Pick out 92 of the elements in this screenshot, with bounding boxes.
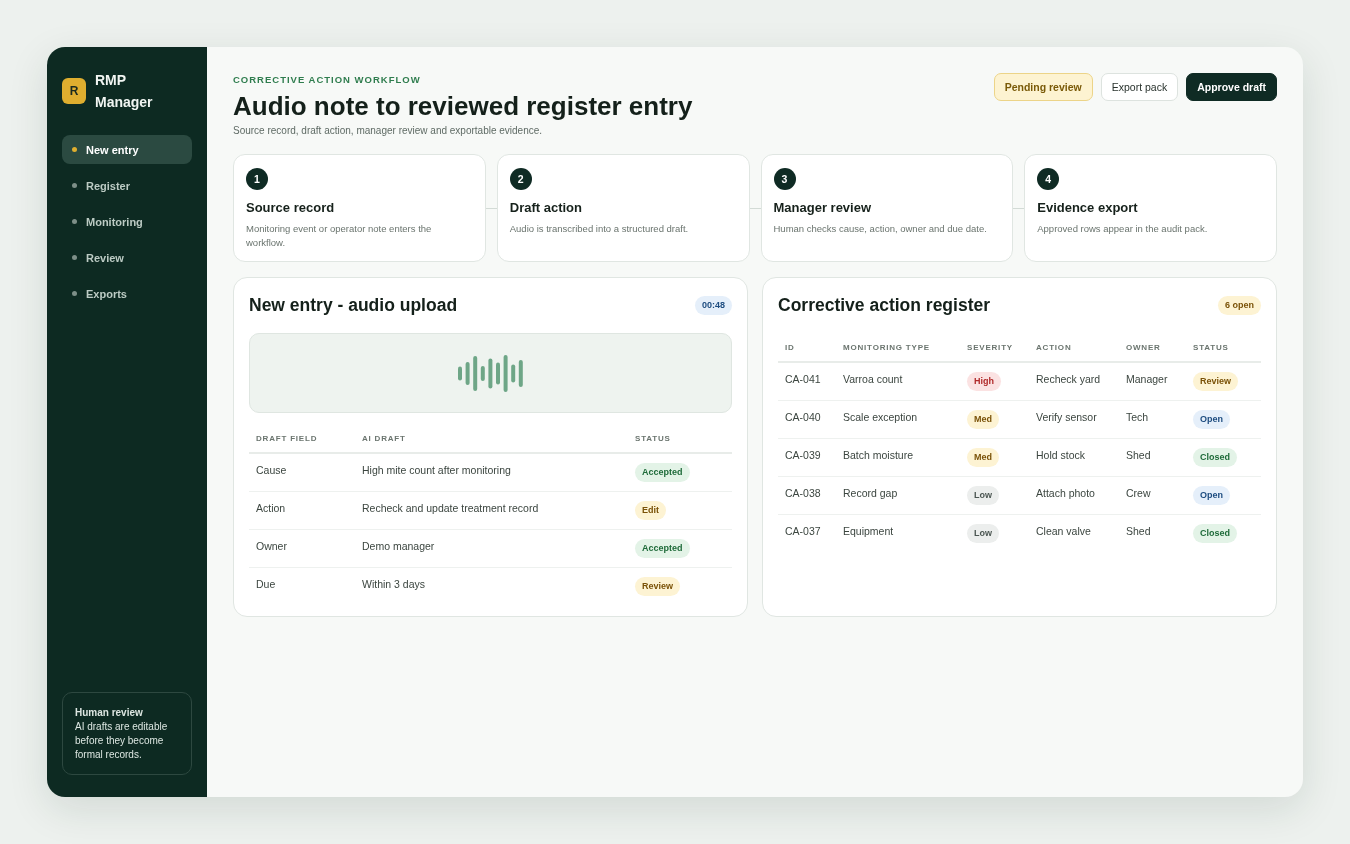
monitoring-type: Equipment xyxy=(843,524,894,537)
status-badge: Closed xyxy=(1193,447,1237,467)
dot-icon xyxy=(72,183,77,188)
step-number: 3 xyxy=(773,168,796,190)
owner-name: Shed xyxy=(1126,524,1151,537)
severity-badge: Low xyxy=(967,485,999,505)
status-badge: Open xyxy=(1193,409,1230,429)
column-header: ID xyxy=(778,336,836,362)
column-header: OWNER xyxy=(1119,336,1186,362)
record-id: CA-037 xyxy=(785,524,821,537)
step-description: Human checks cause, action, owner and due date. xyxy=(773,222,988,236)
app-logo: R xyxy=(62,78,86,104)
step-description: Approved rows appear in the audit pack. xyxy=(1037,222,1209,236)
status-badge: Pending review xyxy=(993,73,1093,101)
dot-icon xyxy=(72,255,77,260)
monitoring-type: Scale exception xyxy=(843,410,918,423)
owner-name: Crew xyxy=(1126,486,1151,499)
page-title: Audio note to reviewed register entry xyxy=(233,91,693,121)
nav-item[interactable]: Review xyxy=(62,243,192,272)
draft-field-name: Cause xyxy=(256,464,287,476)
column-header: AI DRAFT xyxy=(355,427,628,453)
status-badge: Review xyxy=(635,576,681,596)
ai-draft-text: Recheck and update treatment record xyxy=(362,501,539,514)
column-header: MONITORING TYPE xyxy=(836,336,960,362)
monitoring-type: Record gap xyxy=(843,486,898,499)
step-title: Evidence export xyxy=(1037,200,1139,216)
ai-draft-text: High mite count after monitoring xyxy=(362,464,511,476)
action-text: Recheck yard xyxy=(1036,373,1101,385)
record-id: CA-038 xyxy=(785,486,821,499)
action-text: Attach photo xyxy=(1036,486,1095,499)
step-description: Monitoring event or operator note enters the workflow. xyxy=(246,222,433,250)
column-header: STATUS xyxy=(1186,336,1261,362)
dot-icon xyxy=(72,291,77,296)
status-badge: Accepted xyxy=(635,538,690,558)
ai-draft-text: Within 3 days xyxy=(362,577,426,590)
nav-item[interactable]: Register xyxy=(62,171,192,200)
severity-badge: Low xyxy=(967,523,999,543)
step-title: Source record xyxy=(246,200,336,216)
nav-item[interactable]: New entry xyxy=(62,135,192,164)
action-text: Hold stock xyxy=(1036,448,1086,461)
severity-badge: Med xyxy=(967,409,999,429)
panel-title: Corrective action register xyxy=(778,294,991,316)
approve-button[interactable]: Approve draft xyxy=(1186,73,1277,101)
column-header: DRAFT FIELD xyxy=(249,427,355,453)
status-badge: Closed xyxy=(1193,523,1237,543)
record-id: CA-041 xyxy=(785,373,821,385)
action-text: Clean valve xyxy=(1036,524,1091,537)
draft-field-name: Action xyxy=(256,501,286,514)
step-connector xyxy=(749,207,761,209)
step-connector xyxy=(485,207,497,209)
eyebrow-label: CORRECTIVE ACTION WORKFLOW xyxy=(233,74,422,86)
note-text: AI drafts are editable before they become formal records. xyxy=(75,720,169,762)
step-number: 2 xyxy=(509,168,532,190)
nav-item[interactable]: Monitoring xyxy=(62,207,192,236)
action-text: Verify sensor xyxy=(1036,410,1097,423)
dot-icon xyxy=(72,219,77,224)
step-description: Audio is transcribed into a structured draft. xyxy=(509,222,690,236)
step-number: 4 xyxy=(1037,168,1060,190)
step-title: Manager review xyxy=(773,200,873,216)
record-id: CA-039 xyxy=(785,448,821,461)
nav-item[interactable]: Exports xyxy=(62,279,192,308)
step-title: Draft action xyxy=(509,200,583,216)
owner-name: Shed xyxy=(1126,448,1151,461)
panel-title: New entry - audio upload xyxy=(249,294,458,316)
note-title: Human review xyxy=(75,706,144,720)
page-subtitle: Source record, draft action, manager review and exportable evidence. xyxy=(233,124,544,137)
draft-field-name: Due xyxy=(256,577,276,590)
status-badge: Edit xyxy=(635,500,666,520)
export-button[interactable]: Export pack xyxy=(1100,73,1179,101)
count-badge: 6 open xyxy=(1218,295,1261,315)
audio-preview[interactable] xyxy=(249,333,732,413)
monitoring-type: Batch moisture xyxy=(843,448,914,461)
step-connector xyxy=(1013,207,1025,209)
draft-field-name: Owner xyxy=(256,539,287,552)
ai-draft-text: Demo manager xyxy=(362,539,435,552)
column-header: SEVERITY xyxy=(960,336,1029,362)
status-badge: Accepted xyxy=(635,463,690,482)
severity-badge: Med xyxy=(967,447,999,467)
app-name: RMP Manager xyxy=(95,71,154,112)
duration-badge: 00:48 xyxy=(694,295,732,315)
column-header: STATUS xyxy=(628,427,732,453)
monitoring-type: Varroa count xyxy=(843,373,903,385)
status-badge: Review xyxy=(1193,372,1239,391)
status-badge: Open xyxy=(1193,485,1230,505)
owner-name: Manager xyxy=(1126,373,1168,385)
severity-badge: High xyxy=(967,372,1001,391)
step-number: 1 xyxy=(246,168,268,190)
waveform-icon xyxy=(458,354,523,392)
record-id: CA-040 xyxy=(785,410,821,423)
owner-name: Tech xyxy=(1126,410,1149,423)
column-header: ACTION xyxy=(1029,336,1119,362)
dot-icon xyxy=(72,147,77,152)
